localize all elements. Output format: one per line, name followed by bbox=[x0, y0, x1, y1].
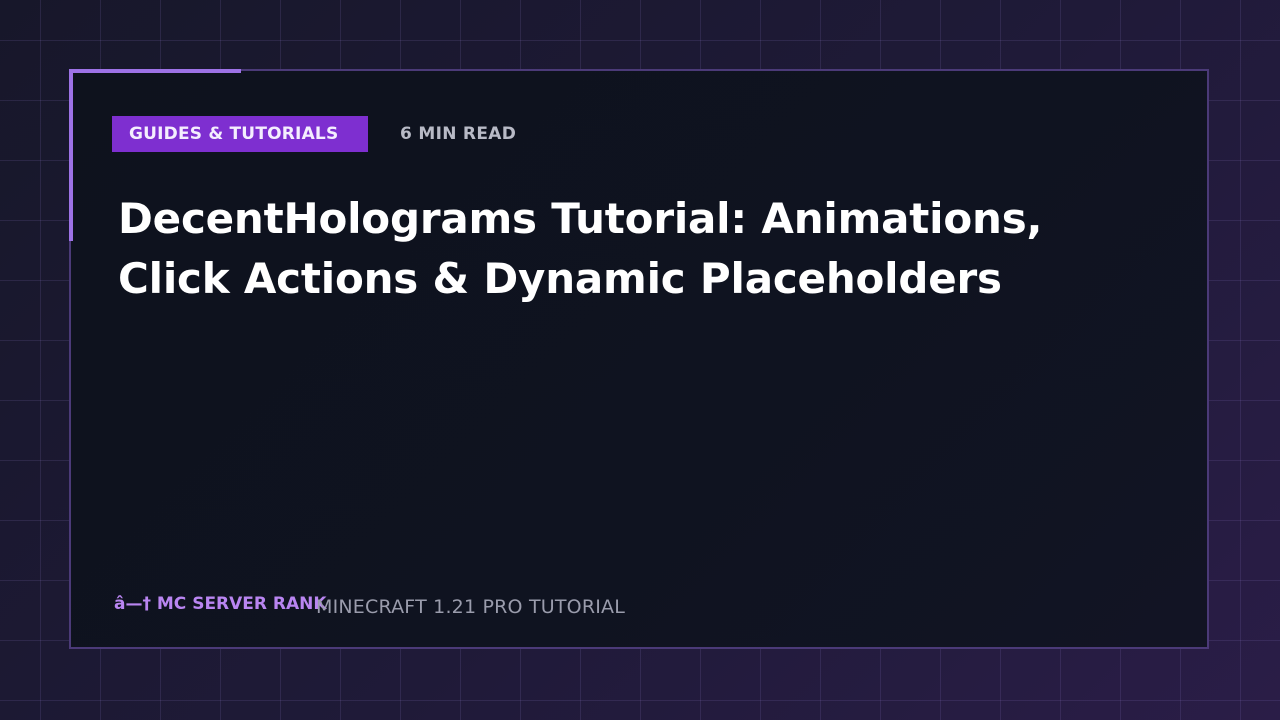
corner-accent-left bbox=[69, 69, 73, 241]
category-badge: GUIDES & TUTORIALS bbox=[112, 116, 368, 152]
article-title: DecentHolograms Tutorial: Animations, Cl… bbox=[118, 194, 1043, 303]
article-subtitle: MINECRAFT 1.21 PRO TUTORIAL bbox=[316, 596, 626, 618]
read-time-label: 6 MIN READ bbox=[400, 124, 517, 144]
brand-logo-text: â—† MC SERVER RANK bbox=[114, 594, 327, 614]
article-card: GUIDES & TUTORIALS 6 MIN READ DecentHolo… bbox=[69, 69, 1209, 649]
corner-accent-top bbox=[69, 69, 241, 73]
